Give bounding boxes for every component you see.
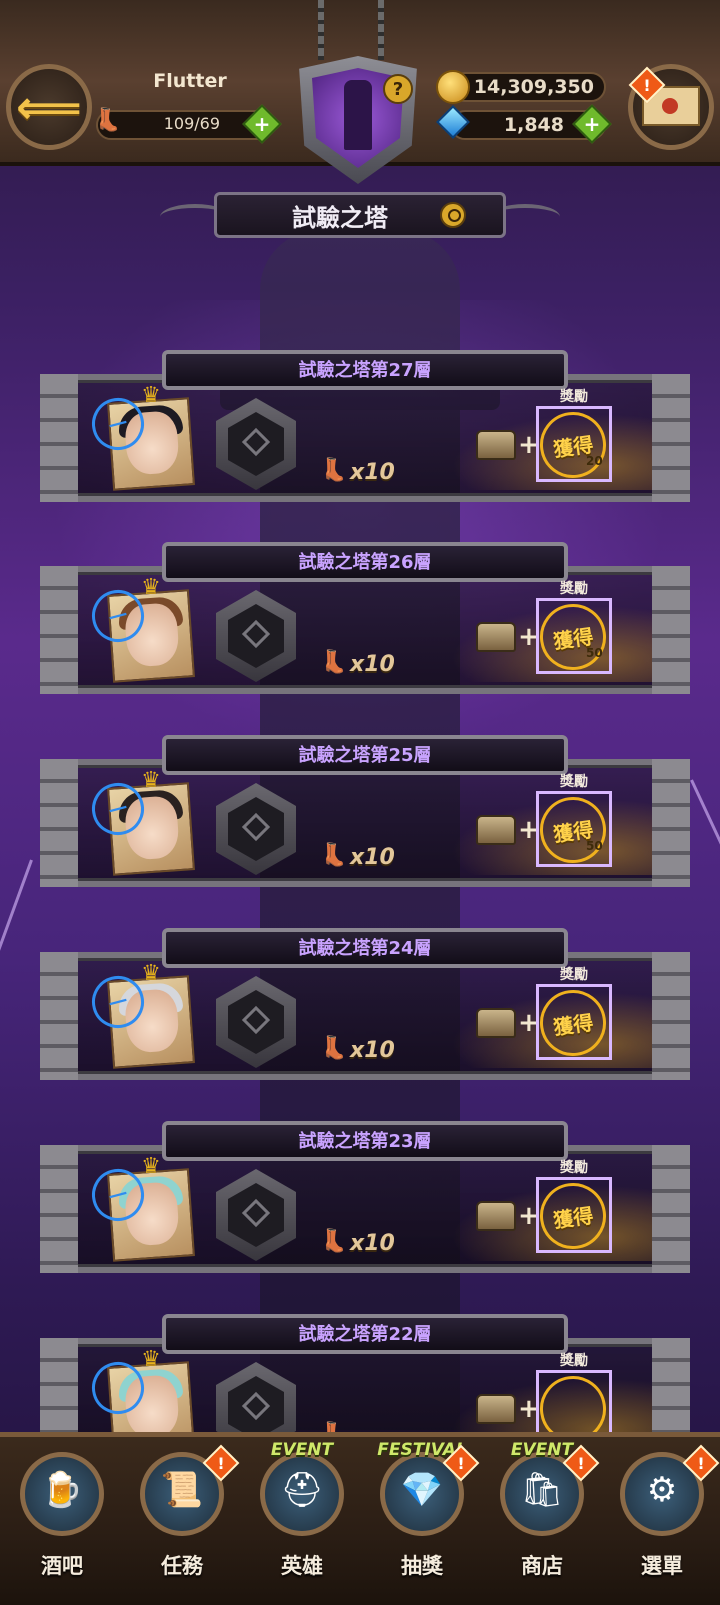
crown-icon: ♛ [141,575,161,600]
stone-pillar-left [40,566,78,694]
nav-item-5[interactable]: ⚙ ! 選單 [608,1440,720,1590]
chain-decoration [318,0,324,60]
stamina-cost: x10 [350,652,395,677]
crown-icon: ♛ [141,961,161,986]
reward-count: 20 [586,454,603,468]
floor-title: 試驗之塔第25層 [298,745,432,766]
floor-title: 試驗之塔第26層 [298,552,432,573]
nav-label: 任務 [161,1554,203,1578]
reward-count: 50 [586,839,603,853]
crown-icon: ♛ [141,383,161,408]
stamina-boot-icon: 👢 [320,843,348,868]
tower-floor-card[interactable]: 試驗之塔第25層 一 ♛ 👢 x10 + 獎勵 獲得 50 [40,735,690,890]
help-button[interactable]: ? [383,74,413,104]
search-icon[interactable] [440,202,466,228]
floor-title: 試驗之塔第23層 [298,1131,432,1152]
page-title: 試驗之塔 [292,204,388,232]
nav-label: 選單 [641,1554,683,1578]
shop-icon: 🛍 [520,1470,564,1510]
tower-icon [344,80,372,150]
chest-icon [476,1394,516,1424]
chest-icon [476,815,516,845]
crown-icon: ♛ [141,1347,161,1372]
crown-icon: ♛ [141,1154,161,1179]
reward-label: 獎勵 [560,1160,588,1176]
tavern-icon: 🍺 [40,1470,84,1510]
stamina-cost: x10 [350,1038,395,1063]
stamina-cost: x10 [350,1231,395,1256]
tower-floor-card[interactable]: 試驗之塔第27層 一 ♛ 👢 x10 + 獎勵 獲得 20 [40,350,690,505]
reward-label: 獎勵 [560,389,588,405]
stone-pillar-right [652,374,690,502]
nav-label: 酒吧 [41,1554,83,1578]
stamina-boot-icon: 👢 [320,650,348,675]
gold-bar: 14,309,350 [450,72,606,102]
event-banner: EVENT [270,1440,334,1460]
chest-icon [476,622,516,652]
gold-coin-icon [436,70,470,104]
stamina-cost: x10 [350,460,395,485]
stamina-boot-icon: 👢 [320,1036,348,1061]
stamina-cost: x10 [350,845,395,870]
reward-count: 50 [586,646,603,660]
chest-icon [476,1201,516,1231]
chain-decoration [378,0,384,60]
crown-icon: ♛ [141,768,161,793]
stamina-value: 109/69 [163,114,220,133]
nav-label: 英雄 [281,1554,323,1578]
stone-pillar-left [40,759,78,887]
floor-title: 試驗之塔第24層 [298,938,432,959]
back-button[interactable]: ⟸ [6,64,92,150]
player-name: Flutter [153,70,227,92]
hero-helmet-icon: ⛑ [280,1470,324,1510]
gold-value: 14,309,350 [473,76,594,98]
tower-floor-card[interactable]: 試驗之塔第24層 一 ♛ 👢 x10 + 獎勵 獲得 [40,928,690,1083]
reward-label: 獎勵 [560,774,588,790]
stone-pillar-right [652,1145,690,1273]
reward-label: 獎勵 [560,1353,588,1369]
chest-icon [476,430,516,460]
stone-pillar-left [40,1145,78,1273]
stone-pillar-right [652,759,690,887]
stamina-boot-icon: 👢 [94,108,122,133]
nav-item-4[interactable]: 🛍 EVENT ! 商店 [488,1440,600,1590]
gem-value: 1,848 [503,114,564,136]
tower-floor-card[interactable]: 試驗之塔第26層 一 ♛ 👢 x10 + 獎勵 獲得 50 [40,542,690,697]
back-arrow-icon: ⟸ [16,80,82,134]
nav-item-2[interactable]: ⛑ EVENT 英雄 [248,1440,356,1590]
stone-pillar-right [652,952,690,1080]
quest-scroll-icon: 📜 [160,1470,204,1510]
chest-icon [476,1008,516,1038]
reward-label: 獎勵 [560,967,588,983]
nav-item-0[interactable]: 🍺 酒吧 [8,1440,116,1590]
gacha-crystal-icon: 💎 [400,1470,444,1510]
menu-gear-icon: ⚙ [646,1470,678,1510]
stone-pillar-right [652,566,690,694]
stamina-boot-icon: 👢 [320,1229,348,1254]
nav-label: 抽獎 [401,1554,443,1578]
nav-label: 商店 [521,1554,563,1578]
floor-title: 試驗之塔第27層 [298,360,432,381]
nav-item-1[interactable]: 📜 ! 任務 [128,1440,240,1590]
stamina-boot-icon: 👢 [320,458,348,483]
floor-title: 試驗之塔第22層 [298,1324,432,1345]
reward-label: 獎勵 [560,581,588,597]
tower-floor-card[interactable]: 試驗之塔第23層 一 ♛ 👢 x10 + 獎勵 獲得 [40,1121,690,1276]
stone-pillar-left [40,952,78,1080]
nav-item-3[interactable]: 💎 FESTIVAL ! 抽獎 [368,1440,480,1590]
lightning-bolt [0,859,33,974]
stone-pillar-left [40,374,78,502]
